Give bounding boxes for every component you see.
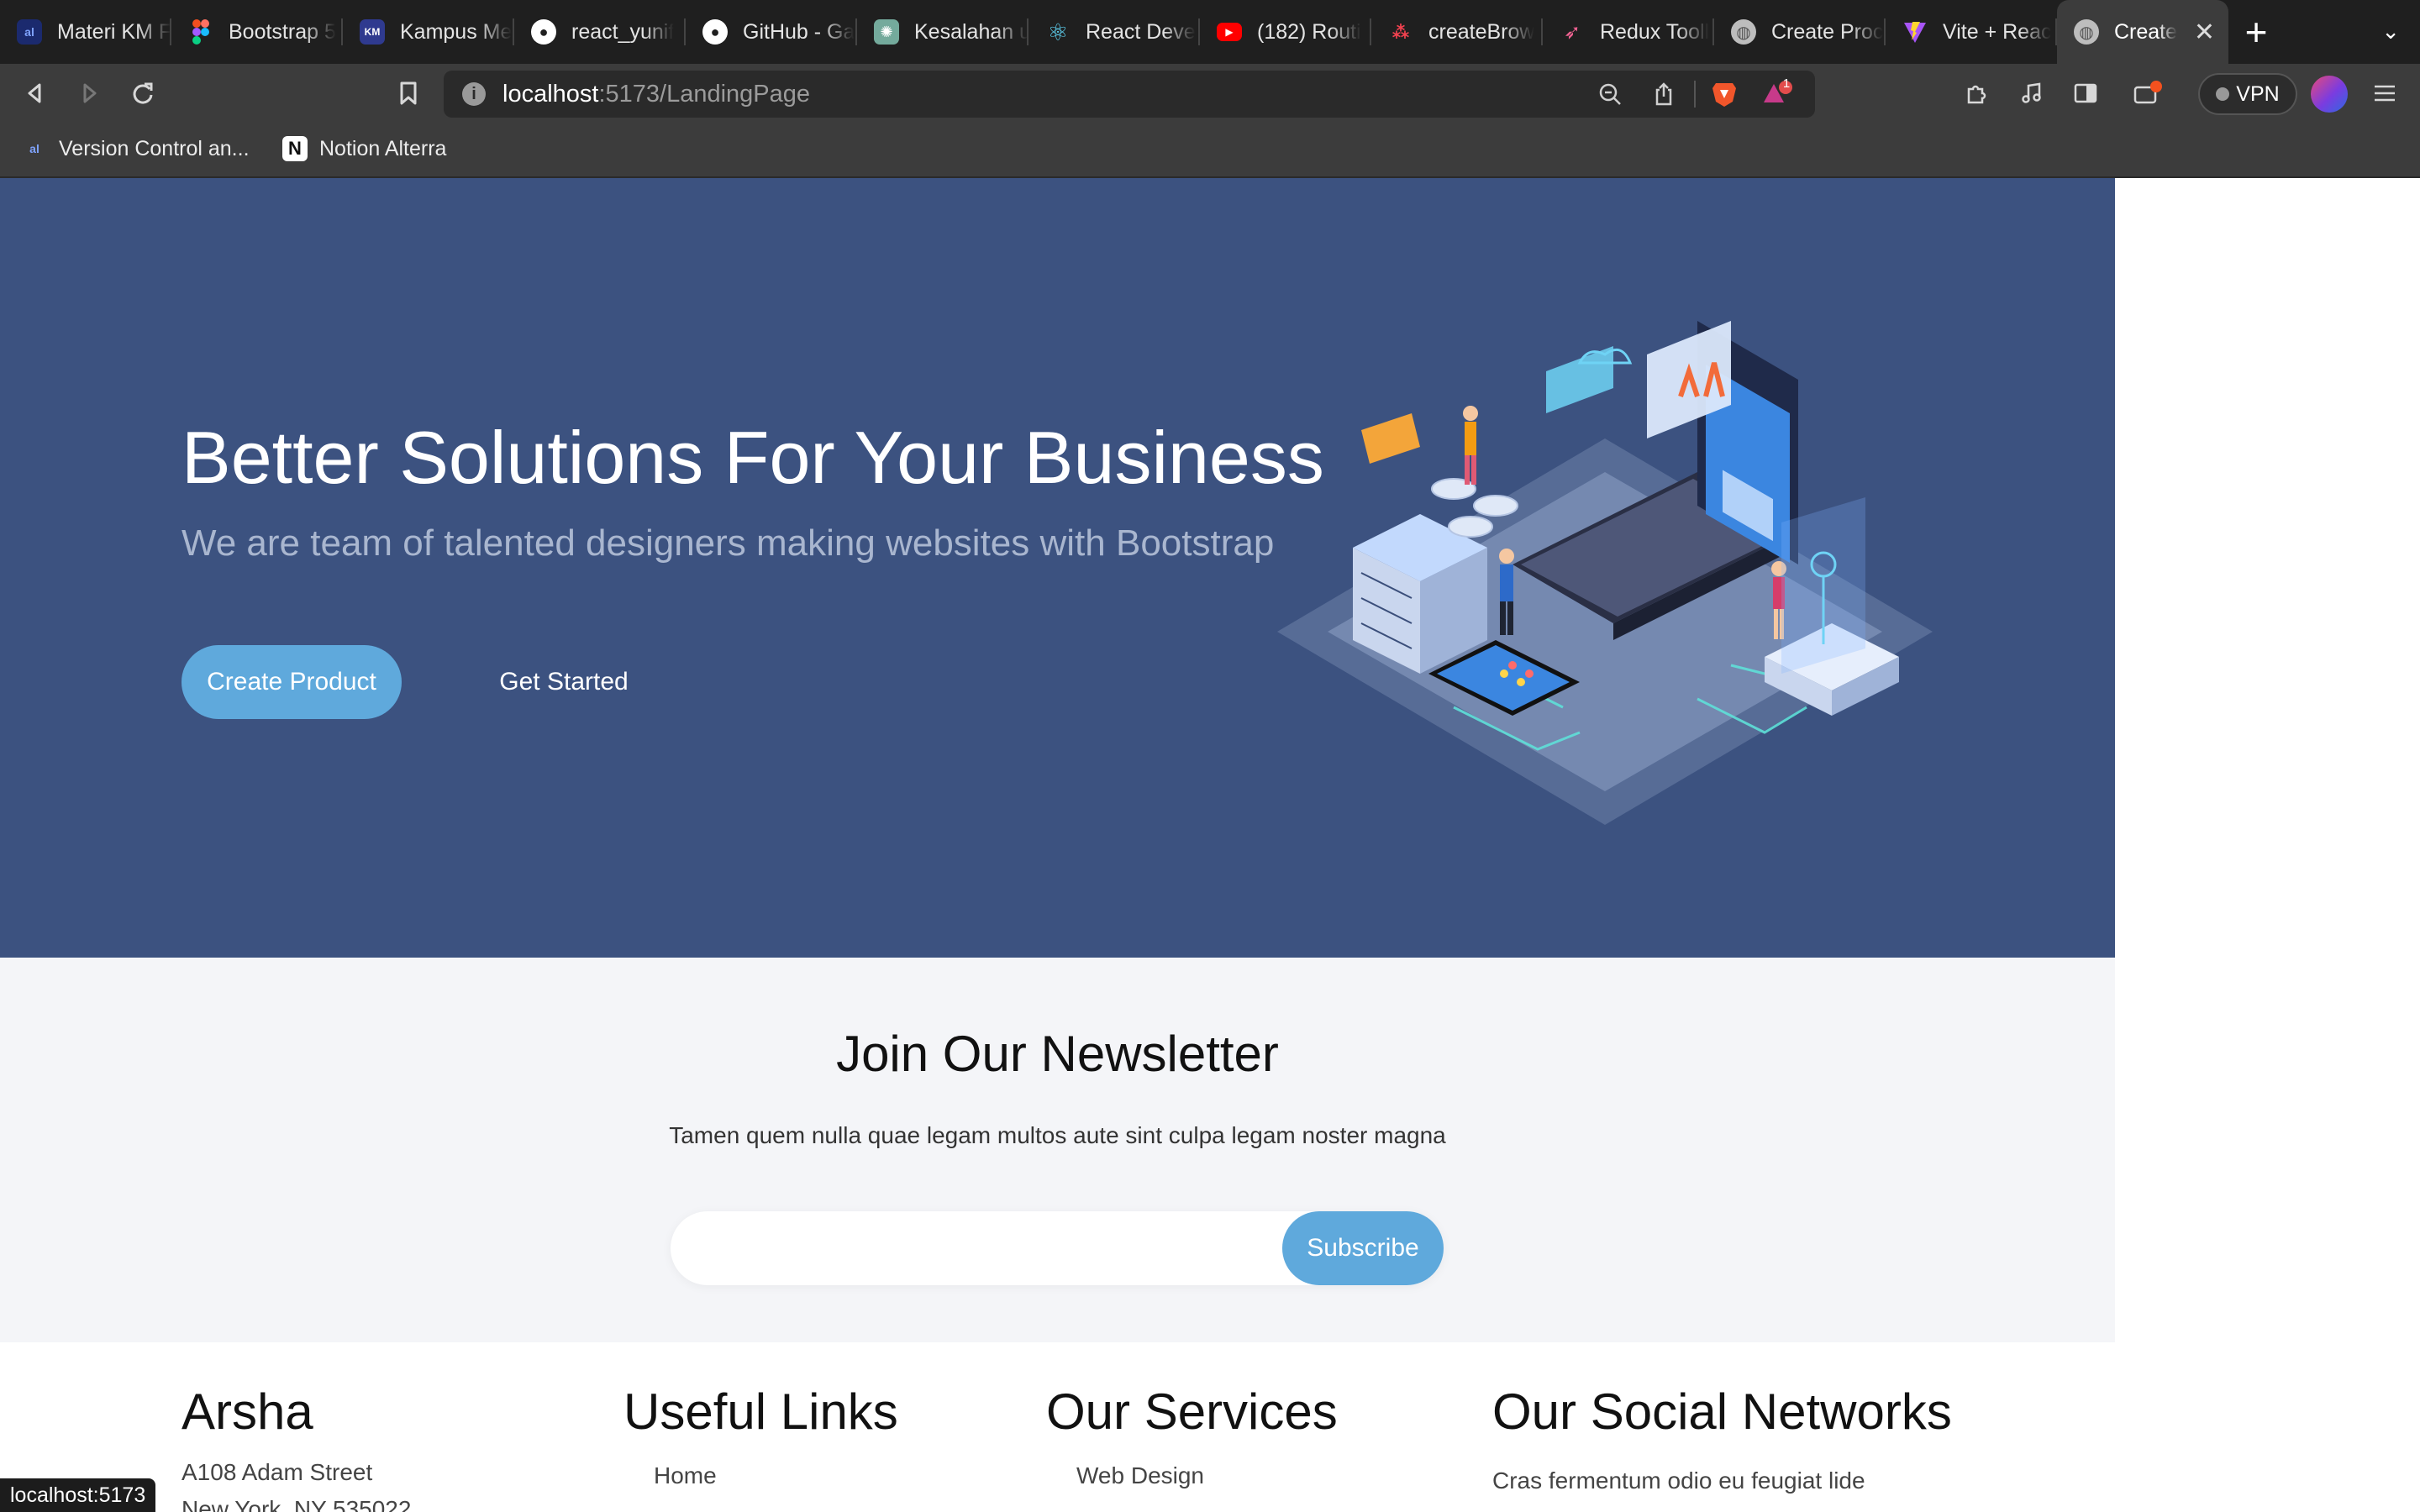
footer-brand-column: Arsha A108 Adam Street New York, NY 5350…	[182, 1383, 411, 1512]
browser-tab[interactable]: ⚛ React Deve	[1028, 0, 1200, 64]
brave-rewards-icon[interactable]: 1	[1763, 76, 1793, 109]
browser-tab[interactable]: ➶ Redux Tooll	[1543, 0, 1714, 64]
newsletter-form: Subscribe	[671, 1211, 1444, 1285]
bookmark-icon[interactable]	[383, 64, 434, 123]
chatgpt-icon: ✺	[874, 19, 899, 45]
media-music-icon[interactable]	[2007, 64, 2057, 123]
wallet-icon[interactable]	[2123, 64, 2173, 123]
tab-strip: al Materi KM F Bootstrap 5 KM Kampus Me ● r…	[0, 0, 2420, 64]
vpn-label: VPN	[2236, 81, 2280, 106]
footer-links-title: Useful Links	[623, 1383, 898, 1440]
react-router-icon: ⁂	[1392, 23, 1410, 42]
hero-subtitle: We are team of talented designers making…	[182, 522, 1275, 564]
footer-services-title: Our Services	[1046, 1383, 1338, 1440]
site-info-icon[interactable]: i	[462, 82, 486, 106]
bookmarks-bar: al Version Control an... N Notion Alterra	[0, 123, 2420, 178]
redux-icon: ➶	[1563, 20, 1581, 44]
browser-tab[interactable]: ● react_yunif	[514, 0, 686, 64]
react-icon: ⚛	[1047, 18, 1069, 45]
newsletter-text: Tamen quem nulla quae legam multos aute …	[669, 1122, 1446, 1148]
tab-list-chevron-icon[interactable]: ⌄	[2381, 18, 2400, 45]
url-path: :5173/LandingPage	[598, 81, 811, 108]
page-viewport: Better Solutions For Your Business We ar…	[0, 178, 2420, 1512]
vite-icon	[1902, 19, 1928, 45]
youtube-icon: ▶	[1217, 23, 1242, 41]
bookmark-item[interactable]: N Notion Alterra	[282, 136, 446, 161]
create-product-button[interactable]: Create Product	[182, 645, 402, 719]
footer-social-title: Our Social Networks	[1492, 1383, 1952, 1440]
browser-tab[interactable]: KM Kampus Me	[343, 0, 514, 64]
zoom-out-icon[interactable]	[1595, 79, 1625, 109]
share-icon[interactable]	[1649, 79, 1679, 109]
browser-tab[interactable]: ◍ Create Proc	[1714, 0, 1886, 64]
url-divider	[1694, 81, 1696, 108]
profile-avatar[interactable]	[2311, 76, 2348, 113]
globe-icon: ◍	[2074, 19, 2099, 45]
footer-social-text: Cras fermentum odio eu feugiat lide	[1492, 1467, 1865, 1494]
rewards-badge: 1	[1782, 76, 1791, 91]
back-icon[interactable]	[10, 64, 60, 123]
subscribe-button[interactable]: Subscribe	[1282, 1211, 1444, 1285]
footer-address: A108 Adam Street New York, NY 535022	[182, 1454, 411, 1512]
get-started-button[interactable]: Get Started	[471, 645, 657, 719]
figma-icon	[188, 19, 213, 45]
address-line: A108 Adam Street	[182, 1459, 373, 1485]
footer-service-web-design[interactable]: Web Design	[1046, 1462, 1338, 1489]
newsletter-title: Join Our Newsletter	[836, 1026, 1279, 1082]
footer-link-home[interactable]: Home	[623, 1462, 898, 1489]
alterra-icon: al	[29, 142, 39, 155]
close-tab-icon[interactable]: ✕	[2194, 18, 2215, 47]
bookmark-label: Version Control an...	[59, 136, 250, 160]
footer-services-column: Our Services Web Design	[1046, 1383, 1338, 1489]
footer-links-column: Useful Links Home	[623, 1383, 898, 1489]
browser-tab[interactable]: ▶ (182) Routi	[1200, 0, 1371, 64]
newsletter-section: Join Our Newsletter Tamen quem nulla qua…	[0, 958, 2115, 1342]
vpn-button[interactable]: VPN	[2198, 73, 2297, 115]
browser-tab-active[interactable]: ◍ Create ✕	[2057, 0, 2228, 64]
browser-tab[interactable]: al Materi KM F	[0, 0, 171, 64]
status-url-tooltip: localhost:5173	[0, 1478, 156, 1512]
github-icon: ●	[702, 19, 728, 45]
address-bar[interactable]: i localhost:5173/LandingPage 1	[444, 71, 1815, 118]
reload-icon[interactable]	[118, 64, 168, 123]
forward-icon[interactable]	[64, 64, 114, 123]
footer-brand-title: Arsha	[182, 1383, 313, 1440]
browser-tab[interactable]: ● GitHub - Ga	[686, 0, 857, 64]
bookmark-item[interactable]: al Version Control an...	[22, 136, 250, 161]
globe-icon: ◍	[1731, 19, 1756, 45]
notion-icon: N	[282, 136, 308, 161]
browser-tab[interactable]: ✺ Kesalahan u	[857, 0, 1028, 64]
new-tab-button[interactable]: +	[2228, 0, 2284, 64]
browser-tab[interactable]: Bootstrap 5	[171, 0, 343, 64]
vpn-status-icon	[2216, 87, 2230, 101]
sidebar-toggle-icon[interactable]	[2060, 64, 2111, 123]
bookmark-label: Notion Alterra	[319, 136, 447, 160]
hero-section: Better Solutions For Your Business We ar…	[0, 178, 2115, 958]
hero-title: Better Solutions For Your Business	[182, 416, 1324, 499]
brave-shields-icon[interactable]	[1709, 79, 1739, 109]
footer-social-column: Our Social Networks Cras fermentum odio …	[1492, 1383, 1952, 1499]
browser-tab[interactable]: Vite + Reac	[1886, 0, 2057, 64]
extensions-icon[interactable]	[1951, 64, 2002, 123]
kampus-merdeka-icon: KM	[360, 19, 385, 45]
newsletter-email-input[interactable]	[696, 1226, 1250, 1270]
alterra-icon: al	[17, 19, 42, 45]
address-line: New York, NY 535022	[182, 1496, 412, 1512]
browser-tab[interactable]: ⁂ createBrow	[1371, 0, 1543, 64]
url-host: localhost	[502, 81, 599, 108]
footer: Arsha A108 Adam Street New York, NY 5350…	[0, 1342, 2115, 1512]
github-icon: ●	[531, 19, 556, 45]
url-text[interactable]: localhost:5173/LandingPage	[502, 81, 810, 108]
hamburger-menu-icon[interactable]	[2360, 64, 2410, 123]
hero-illustration	[1277, 321, 1933, 825]
